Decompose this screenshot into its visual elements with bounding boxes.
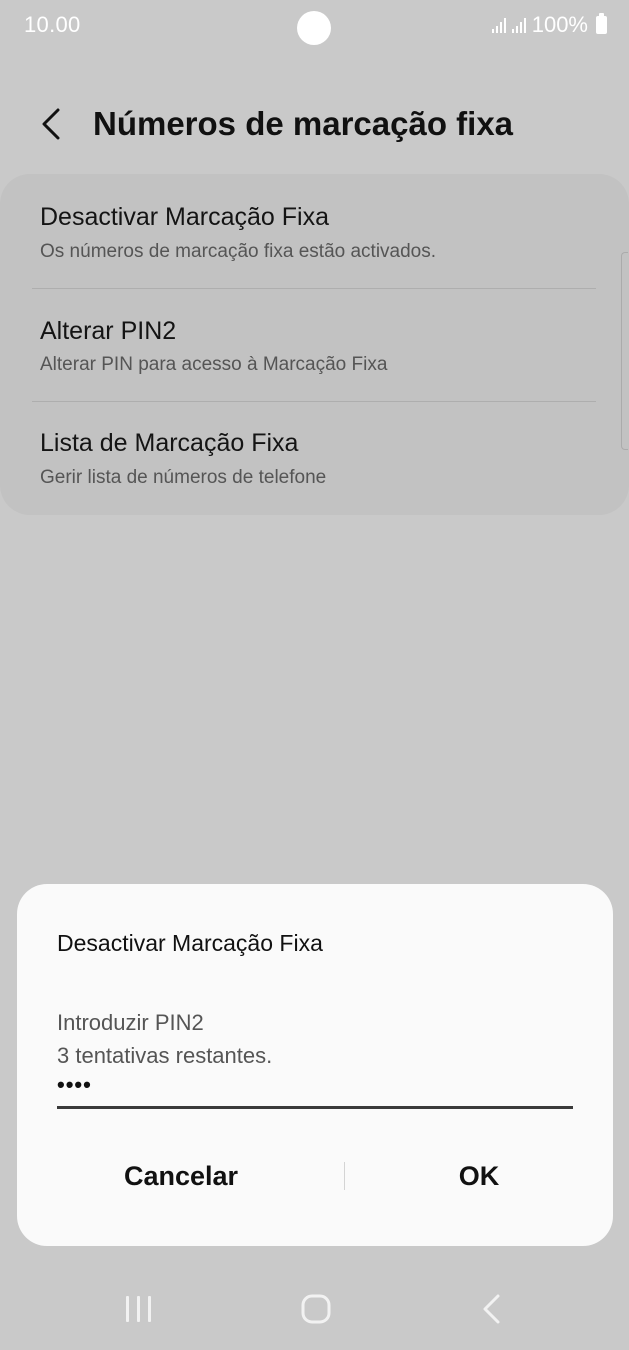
signal-icon (491, 17, 506, 33)
item-subtitle: Alterar PIN para acesso à Marcação Fixa (40, 354, 388, 375)
app-header: Números de marcação fixa (0, 90, 629, 160)
camera-cutout (297, 11, 331, 45)
scrollbar[interactable] (621, 252, 628, 450)
back-button[interactable] (462, 1288, 522, 1332)
item-subtitle: Gerir lista de números de telefone (40, 467, 327, 488)
home-button[interactable] (286, 1288, 346, 1332)
dialog-message-line: Introduzir PIN2 (57, 1010, 204, 1035)
dialog-message-line: 3 tentativas restantes. (57, 1043, 273, 1068)
item-title: Alterar PIN2 (40, 317, 177, 345)
recent-apps-icon (126, 1296, 151, 1322)
item-title: Desactivar Marcação Fixa (40, 203, 329, 231)
settings-item-disable-fdn[interactable]: Desactivar Marcação Fixa Os números de m… (0, 174, 629, 288)
back-icon (483, 1294, 500, 1324)
settings-item-fdn-list[interactable]: Lista de Marcação Fixa Gerir lista de nú… (0, 402, 629, 515)
dialog-message: Introduzir PIN2 3 tentativas restantes. (57, 1006, 272, 1072)
settings-card: Desactivar Marcação Fixa Os números de m… (0, 174, 629, 515)
battery-percentage: 100% (531, 12, 588, 37)
home-icon (301, 1294, 331, 1324)
cancel-button[interactable]: Cancelar (17, 1146, 345, 1206)
dialog-actions: Cancelar OK (17, 1146, 613, 1206)
ok-button[interactable]: OK (345, 1146, 613, 1206)
status-bar: 10.00 100% (0, 0, 629, 56)
navigation-bar (0, 1270, 629, 1350)
signal-icon (511, 17, 526, 33)
chevron-left-icon[interactable] (34, 104, 70, 144)
status-time: 10.00 (24, 12, 81, 37)
battery-icon (596, 13, 607, 34)
page-title: Números de marcação fixa (93, 105, 514, 142)
pin2-dialog: Desactivar Marcação Fixa Introduzir PIN2… (17, 884, 613, 1246)
settings-item-change-pin2[interactable]: Alterar PIN2 Alterar PIN para acesso à M… (0, 289, 629, 401)
item-subtitle: Os números de marcação fixa estão activa… (40, 241, 437, 262)
pin2-input[interactable]: •••• (57, 1070, 573, 1109)
item-title: Lista de Marcação Fixa (40, 429, 299, 457)
recent-apps-button[interactable] (109, 1288, 169, 1332)
status-indicators: 100% (491, 12, 607, 38)
dialog-title: Desactivar Marcação Fixa (57, 930, 323, 956)
